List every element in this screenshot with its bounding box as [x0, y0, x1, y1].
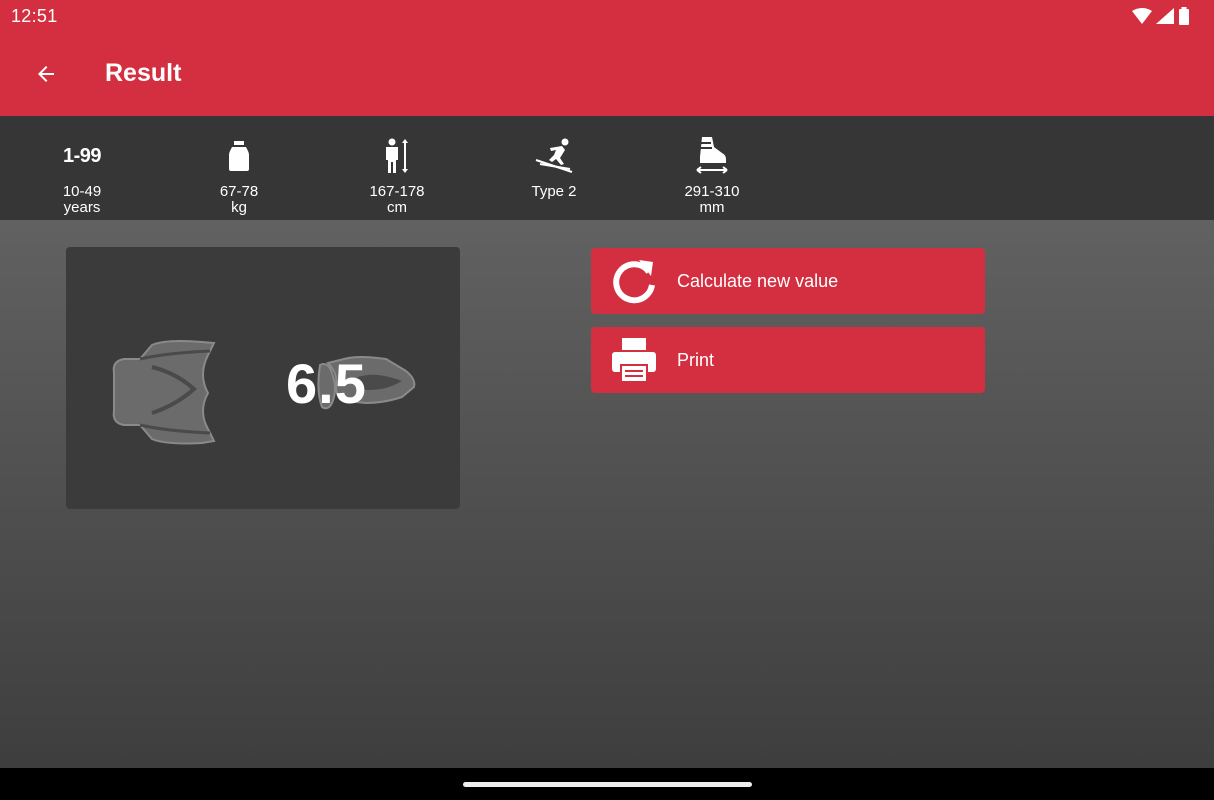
ski-boot-icon [696, 137, 728, 174]
gesture-handle[interactable] [463, 782, 752, 787]
age-unit: years [63, 199, 101, 216]
din-value: 6.5 [286, 352, 367, 415]
app-bar: 12:51 Result [0, 0, 1214, 116]
input-summary: 1-99 10-49 years 67-78 kg 167-178 cm Typ… [0, 116, 1214, 220]
refresh-icon [613, 260, 655, 304]
cell-signal-icon [1156, 8, 1174, 24]
print-button[interactable]: Print [591, 327, 985, 393]
person-height-icon [386, 138, 408, 173]
status-icons [1132, 7, 1190, 25]
summary-age: 1-99 10-49 years [27, 116, 137, 220]
system-nav-bar [0, 768, 1214, 800]
back-button[interactable] [26, 56, 66, 92]
weight-unit: kg [231, 199, 247, 216]
result-card: 6.5 [66, 247, 460, 509]
status-time: 12:51 [11, 6, 58, 26]
height-range: 167-178 [369, 183, 425, 200]
skier-icon [535, 138, 573, 173]
ski-binding-icon [112, 340, 416, 445]
skier-type-label: Type 2 [531, 183, 577, 200]
wifi-icon [1132, 8, 1152, 24]
summary-weight: 67-78 kg [184, 116, 294, 220]
weight-range: 67-78 [219, 183, 259, 200]
battery-icon [1179, 7, 1189, 25]
calculate-button-label: Calculate new value [677, 270, 839, 291]
summary-boot-sole: 291-310 mm [657, 116, 767, 220]
summary-height: 167-178 cm [342, 116, 452, 220]
boot-sole-range: 291-310 [684, 183, 740, 200]
print-button-label: Print [677, 349, 715, 370]
boot-sole-unit: mm [699, 199, 725, 216]
age-icon-label: 1-99 [62, 144, 102, 167]
calculate-new-value-button[interactable]: Calculate new value [591, 248, 985, 314]
weight-icon [229, 141, 249, 171]
arrow-left-icon [38, 66, 54, 82]
printer-icon [612, 338, 656, 383]
page-title: Result [105, 59, 182, 87]
age-range: 10-49 [62, 183, 102, 200]
height-unit: cm [387, 199, 407, 216]
result-content: 6.5 Calculate new value Print [0, 220, 1214, 768]
summary-skier-type: Type 2 [499, 116, 609, 220]
